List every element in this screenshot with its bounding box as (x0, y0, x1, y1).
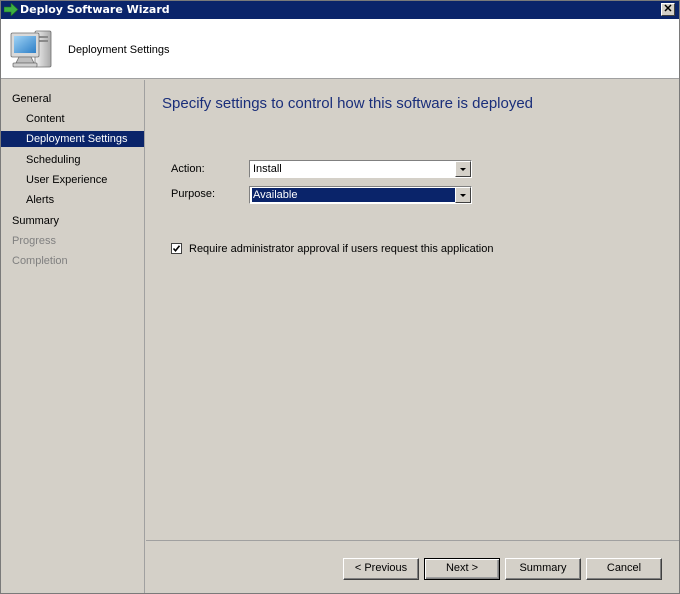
action-dropdown-value: Install (253, 163, 282, 175)
section-heading: Specify settings to control how this sof… (162, 95, 534, 112)
window-title: Deploy Software Wizard (20, 3, 170, 16)
chevron-down-icon[interactable] (455, 187, 471, 203)
purpose-dropdown-value: Available (252, 188, 455, 202)
sidebar-item-content[interactable]: Content (1, 111, 144, 127)
button-bar: < Previous Next > Summary Cancel (146, 540, 679, 593)
sidebar-item-deployment-settings[interactable]: Deployment Settings (1, 131, 144, 147)
approval-checkbox-label[interactable]: Require administrator approval if users … (189, 243, 494, 255)
summary-button[interactable]: Summary (505, 558, 581, 580)
close-icon: ✕ (663, 3, 673, 15)
purpose-dropdown[interactable]: Available (249, 186, 472, 204)
action-label: Action: (171, 163, 205, 175)
sidebar-item-alerts[interactable]: Alerts (1, 192, 144, 208)
next-button[interactable]: Next > (424, 558, 500, 580)
sidebar-item-general[interactable]: General (1, 91, 144, 107)
green-arrow-icon (4, 3, 19, 16)
cancel-button[interactable]: Cancel (586, 558, 662, 580)
main-panel: Specify settings to control how this sof… (146, 80, 679, 540)
page-title: Deployment Settings (68, 44, 170, 56)
action-dropdown[interactable]: Install (249, 160, 472, 178)
title-bar[interactable]: Deploy Software Wizard ✕ (1, 1, 679, 19)
computer-icon (10, 30, 52, 68)
wizard-window: Deploy Software Wizard ✕ Deployment Sett… (0, 0, 680, 594)
chevron-down-icon[interactable] (455, 161, 471, 177)
sidebar-item-completion: Completion (12, 255, 68, 267)
previous-button[interactable]: < Previous (343, 558, 419, 580)
wizard-header: Deployment Settings (1, 19, 679, 79)
checkmark-icon (172, 245, 181, 253)
sidebar-item-scheduling[interactable]: Scheduling (1, 152, 144, 168)
close-button[interactable]: ✕ (661, 3, 675, 16)
sidebar-item-progress: Progress (12, 235, 57, 247)
sidebar-item-summary[interactable]: Summary (1, 213, 144, 229)
approval-checkbox[interactable] (171, 243, 182, 254)
sidebar-item-user-experience[interactable]: User Experience (1, 172, 144, 188)
purpose-label: Purpose: (171, 188, 216, 200)
wizard-steps-sidebar: General Content Deployment Settings Sche… (1, 80, 145, 593)
